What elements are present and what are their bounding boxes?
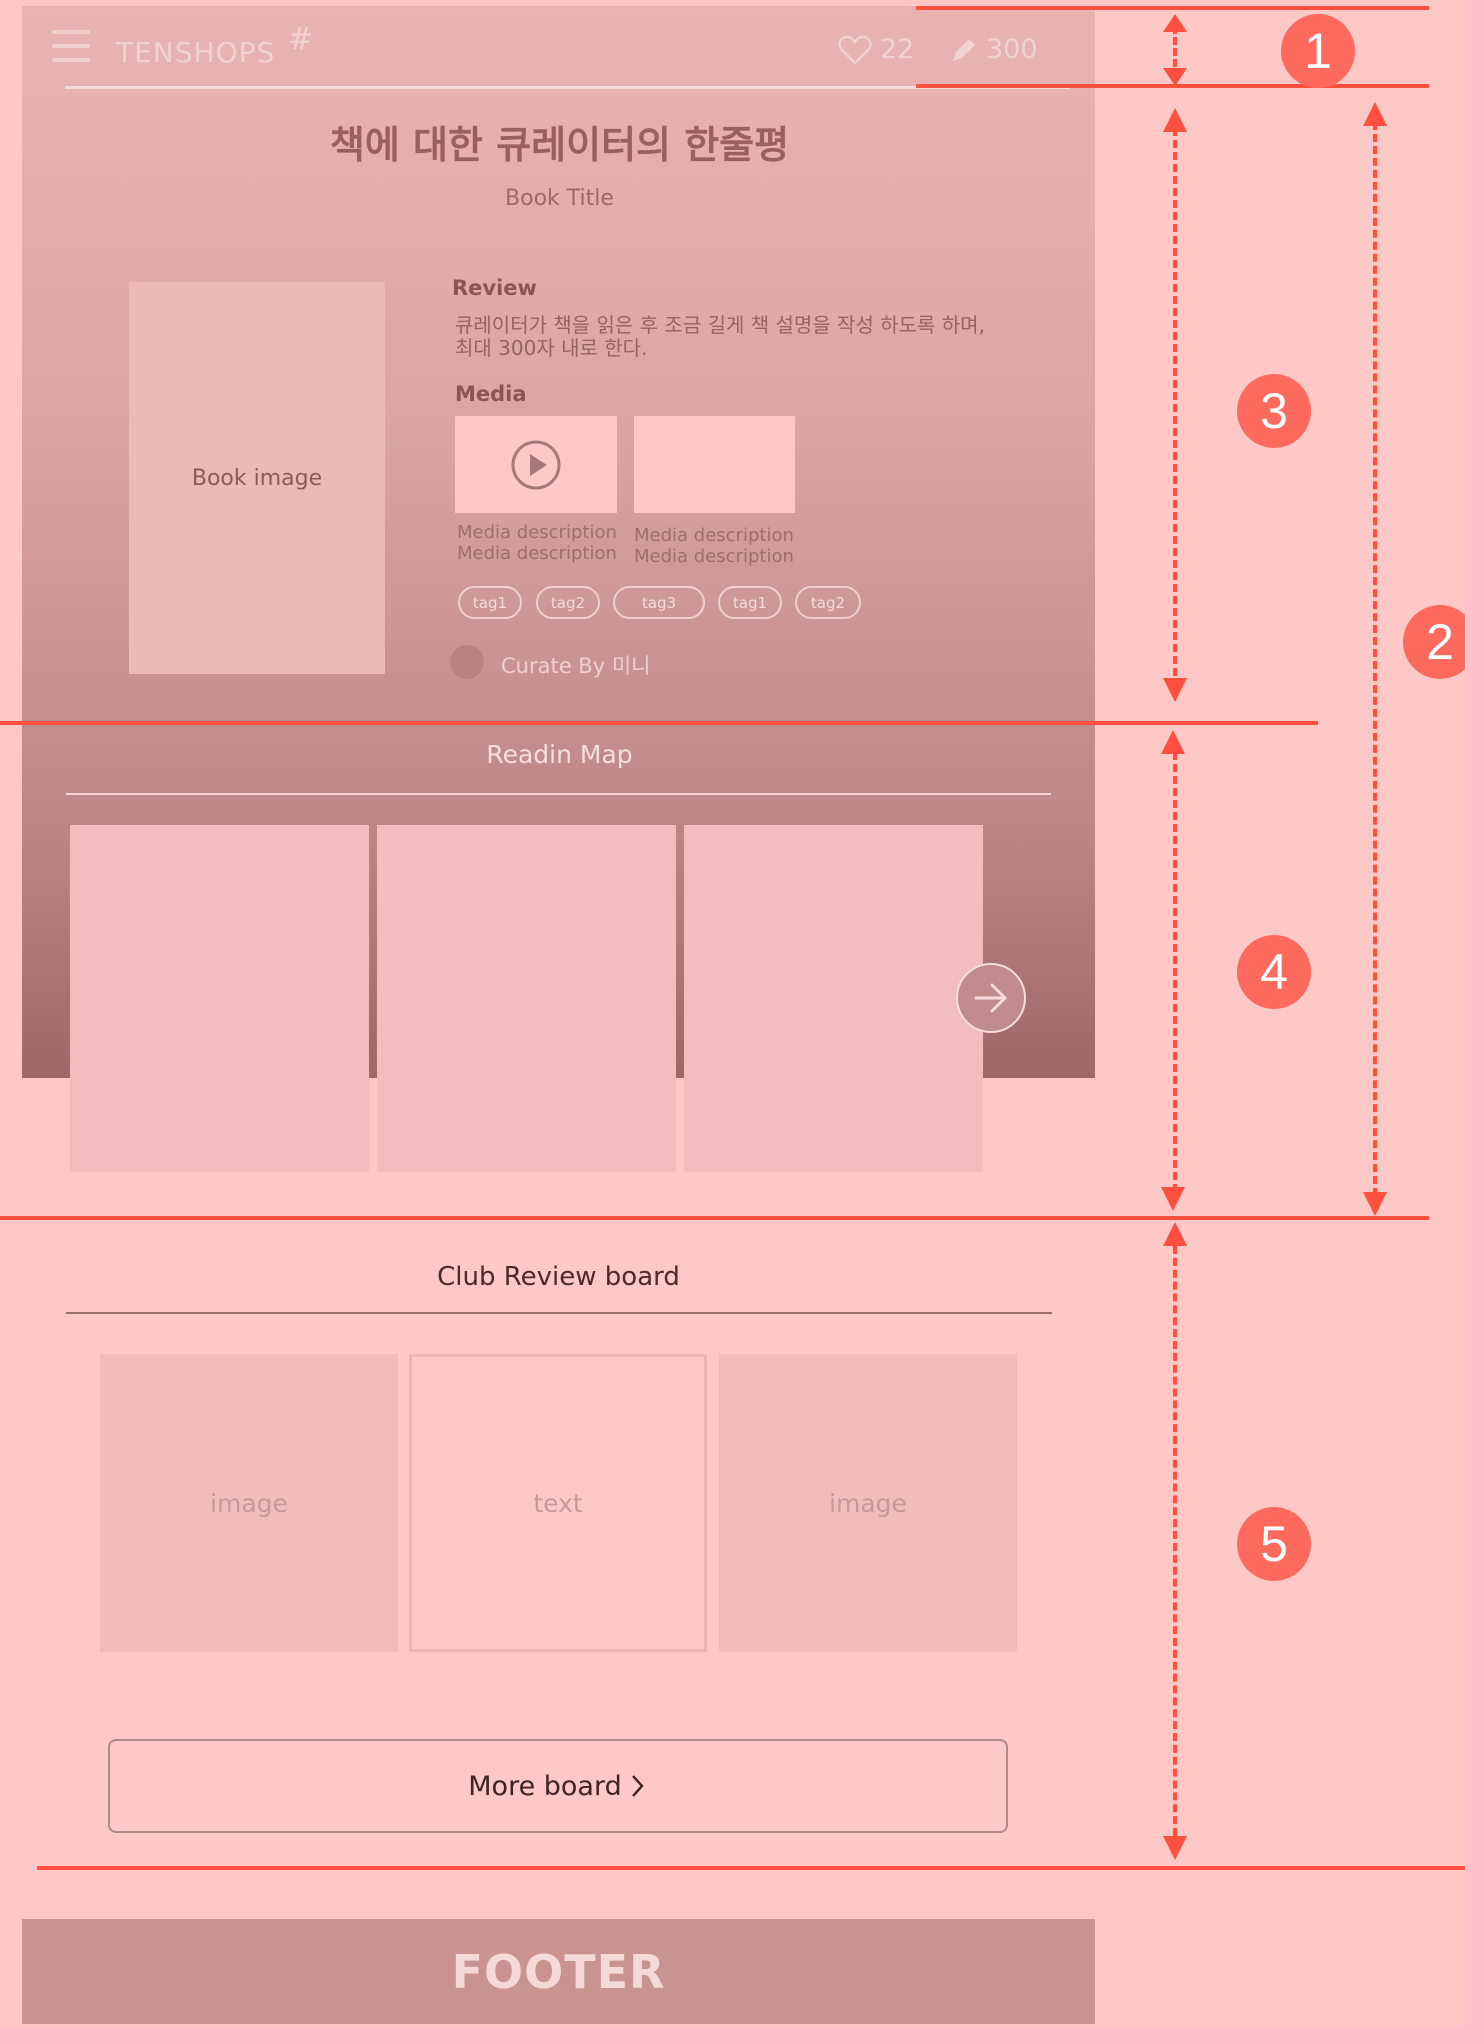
- annotation-arrowheads: [1161, 14, 1387, 1860]
- annotation-badge: 4: [1237, 935, 1311, 1009]
- annotation-badge: 1: [1281, 14, 1355, 88]
- annotation-badge: 3: [1237, 374, 1311, 448]
- annotation-badge: 5: [1237, 1507, 1311, 1581]
